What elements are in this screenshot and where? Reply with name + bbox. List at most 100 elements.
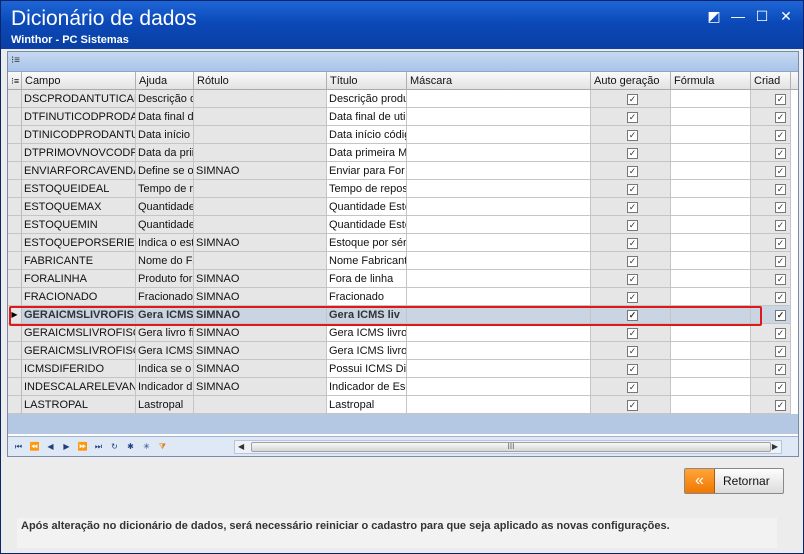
cell-titulo[interactable]: Fracionado (327, 288, 407, 306)
checkbox-checked-icon[interactable]: ✓ (775, 184, 786, 195)
cell-formula[interactable] (671, 216, 751, 234)
cell-campo[interactable]: LASTROPAL (22, 396, 136, 414)
cell-titulo[interactable]: Quantidade Esto (327, 198, 407, 216)
cell-criad[interactable]: ✓ (751, 360, 791, 378)
scroll-right-icon[interactable]: ▶ (772, 441, 778, 453)
cell-formula[interactable] (671, 360, 751, 378)
cell-rotulo[interactable] (194, 216, 327, 234)
cell-criad[interactable]: ✓ (751, 90, 791, 108)
nav-last-icon[interactable]: ⏭ (92, 440, 105, 453)
cell-campo[interactable]: DTINICODPRODANTUT (22, 126, 136, 144)
checkbox-checked-icon[interactable]: ✓ (627, 94, 638, 105)
cell-rotulo[interactable] (194, 90, 327, 108)
cell-criad[interactable]: ✓ (751, 216, 791, 234)
cell-criad[interactable]: ✓ (751, 180, 791, 198)
checkbox-checked-icon[interactable]: ✓ (627, 364, 638, 375)
table-row[interactable]: ICMSDIFERIDO Indica se o SIMNAO Possui ICMS… (8, 360, 798, 378)
cell-ajuda[interactable]: Data da prii (136, 144, 194, 162)
cell-titulo[interactable]: Gera ICMS livro (327, 324, 407, 342)
checkbox-checked-icon[interactable]: ✓ (627, 400, 638, 411)
checkbox-checked-icon[interactable]: ✓ (775, 310, 786, 321)
cell-rotulo[interactable]: SIMNAO (194, 306, 327, 324)
cell-titulo[interactable]: Fora de linha (327, 270, 407, 288)
cell-rotulo[interactable]: SIMNAO (194, 270, 327, 288)
column-header-ajuda[interactable]: Ajuda (136, 72, 194, 90)
column-header-rotulo[interactable]: Rótulo (194, 72, 327, 90)
cell-formula[interactable] (671, 198, 751, 216)
cell-campo[interactable]: FORALINHA (22, 270, 136, 288)
row-indicator[interactable] (8, 342, 22, 360)
checkbox-checked-icon[interactable]: ✓ (627, 382, 638, 393)
cell-rotulo[interactable] (194, 180, 327, 198)
cell-formula[interactable] (671, 90, 751, 108)
cell-formula[interactable] (671, 144, 751, 162)
cell-formula[interactable] (671, 162, 751, 180)
column-header-auto[interactable]: Auto geração (591, 72, 671, 90)
checkbox-checked-icon[interactable]: ✓ (775, 238, 786, 249)
checkbox-checked-icon[interactable]: ✓ (627, 274, 638, 285)
cell-criad[interactable]: ✓ (751, 108, 791, 126)
cell-formula[interactable] (671, 252, 751, 270)
cell-auto[interactable]: ✓ (591, 108, 671, 126)
checkbox-checked-icon[interactable]: ✓ (627, 328, 638, 339)
cell-titulo[interactable]: Estoque por sér (327, 234, 407, 252)
cell-mascara[interactable] (407, 108, 591, 126)
checkbox-checked-icon[interactable]: ✓ (627, 256, 638, 267)
nav-filter-icon[interactable]: ⧩ (156, 440, 169, 453)
cell-mascara[interactable] (407, 324, 591, 342)
scrollbar-thumb[interactable]: III (251, 442, 771, 452)
cell-formula[interactable] (671, 324, 751, 342)
nav-prev-icon[interactable]: ◀ (44, 440, 57, 453)
cell-titulo[interactable]: Gera ICMS livro (327, 342, 407, 360)
cell-criad[interactable]: ✓ (751, 342, 791, 360)
cell-campo[interactable]: DTFINUTICODPRODAN (22, 108, 136, 126)
cell-titulo[interactable]: Quantidade Esto (327, 216, 407, 234)
table-row[interactable]: GERAICMSLIVROFISCA Gera ICMS SIMNAO Gera IC… (8, 342, 798, 360)
checkbox-checked-icon[interactable]: ✓ (775, 382, 786, 393)
cell-criad[interactable]: ✓ (751, 396, 791, 414)
cell-formula[interactable] (671, 108, 751, 126)
checkbox-checked-icon[interactable]: ✓ (775, 148, 786, 159)
cell-titulo[interactable]: Enviar para For (327, 162, 407, 180)
cell-criad[interactable]: ✓ (751, 162, 791, 180)
cell-auto[interactable]: ✓ (591, 144, 671, 162)
nav-filter-star-icon[interactable]: ✳ (140, 440, 153, 453)
cell-mascara[interactable] (407, 216, 591, 234)
row-indicator[interactable] (8, 252, 22, 270)
nav-next-page-icon[interactable]: ⏩ (76, 440, 89, 453)
cell-ajuda[interactable]: Produto for (136, 270, 194, 288)
row-indicator[interactable] (8, 378, 22, 396)
table-row[interactable]: ESTOQUEMAX Quantidade Quantidade Esto ✓ ✓ (8, 198, 798, 216)
table-row[interactable]: ESTOQUEIDEAL Tempo de r Tempo de repos ✓ ✓ (8, 180, 798, 198)
cell-auto[interactable]: ✓ (591, 270, 671, 288)
row-indicator[interactable] (8, 360, 22, 378)
cell-campo[interactable]: DTPRIMOVNOVCODPR (22, 144, 136, 162)
column-chooser-icon[interactable]: ⁝≡ (8, 72, 22, 90)
table-row[interactable]: DSCPRODANTUTICAD Descrição d Descrição pro… (8, 90, 798, 108)
column-header-mascara[interactable]: Máscara (407, 72, 591, 90)
cell-ajuda[interactable]: Lastropal (136, 396, 194, 414)
table-row[interactable]: FORALINHA Produto for SIMNAO Fora de linha ✓… (8, 270, 798, 288)
grid-menu-icon[interactable]: ⁝≡ (11, 55, 20, 66)
cell-criad[interactable]: ✓ (751, 270, 791, 288)
cell-ajuda[interactable]: Descrição d (136, 90, 194, 108)
table-row[interactable]: DTPRIMOVNOVCODPR Data da prii Data primeir… (8, 144, 798, 162)
row-indicator[interactable] (8, 108, 22, 126)
checkbox-checked-icon[interactable]: ✓ (627, 202, 638, 213)
nav-refresh-icon[interactable]: ↻ (108, 440, 121, 453)
cell-titulo[interactable]: Data primeira M (327, 144, 407, 162)
cell-auto[interactable]: ✓ (591, 216, 671, 234)
cell-campo[interactable]: FRACIONADO (22, 288, 136, 306)
cell-mascara[interactable] (407, 396, 591, 414)
cell-auto[interactable]: ✓ (591, 162, 671, 180)
cell-ajuda[interactable]: Quantidade (136, 216, 194, 234)
cell-formula[interactable] (671, 378, 751, 396)
close-icon[interactable]: ✕ (777, 7, 795, 25)
cell-campo[interactable]: GERAICMSLIVROFIS (22, 306, 136, 324)
cell-formula[interactable] (671, 288, 751, 306)
cell-titulo[interactable]: Data final de uti (327, 108, 407, 126)
cell-rotulo[interactable]: SIMNAO (194, 234, 327, 252)
cell-auto[interactable]: ✓ (591, 180, 671, 198)
nav-first-icon[interactable]: ⏮ (12, 440, 25, 453)
cell-auto[interactable]: ✓ (591, 378, 671, 396)
